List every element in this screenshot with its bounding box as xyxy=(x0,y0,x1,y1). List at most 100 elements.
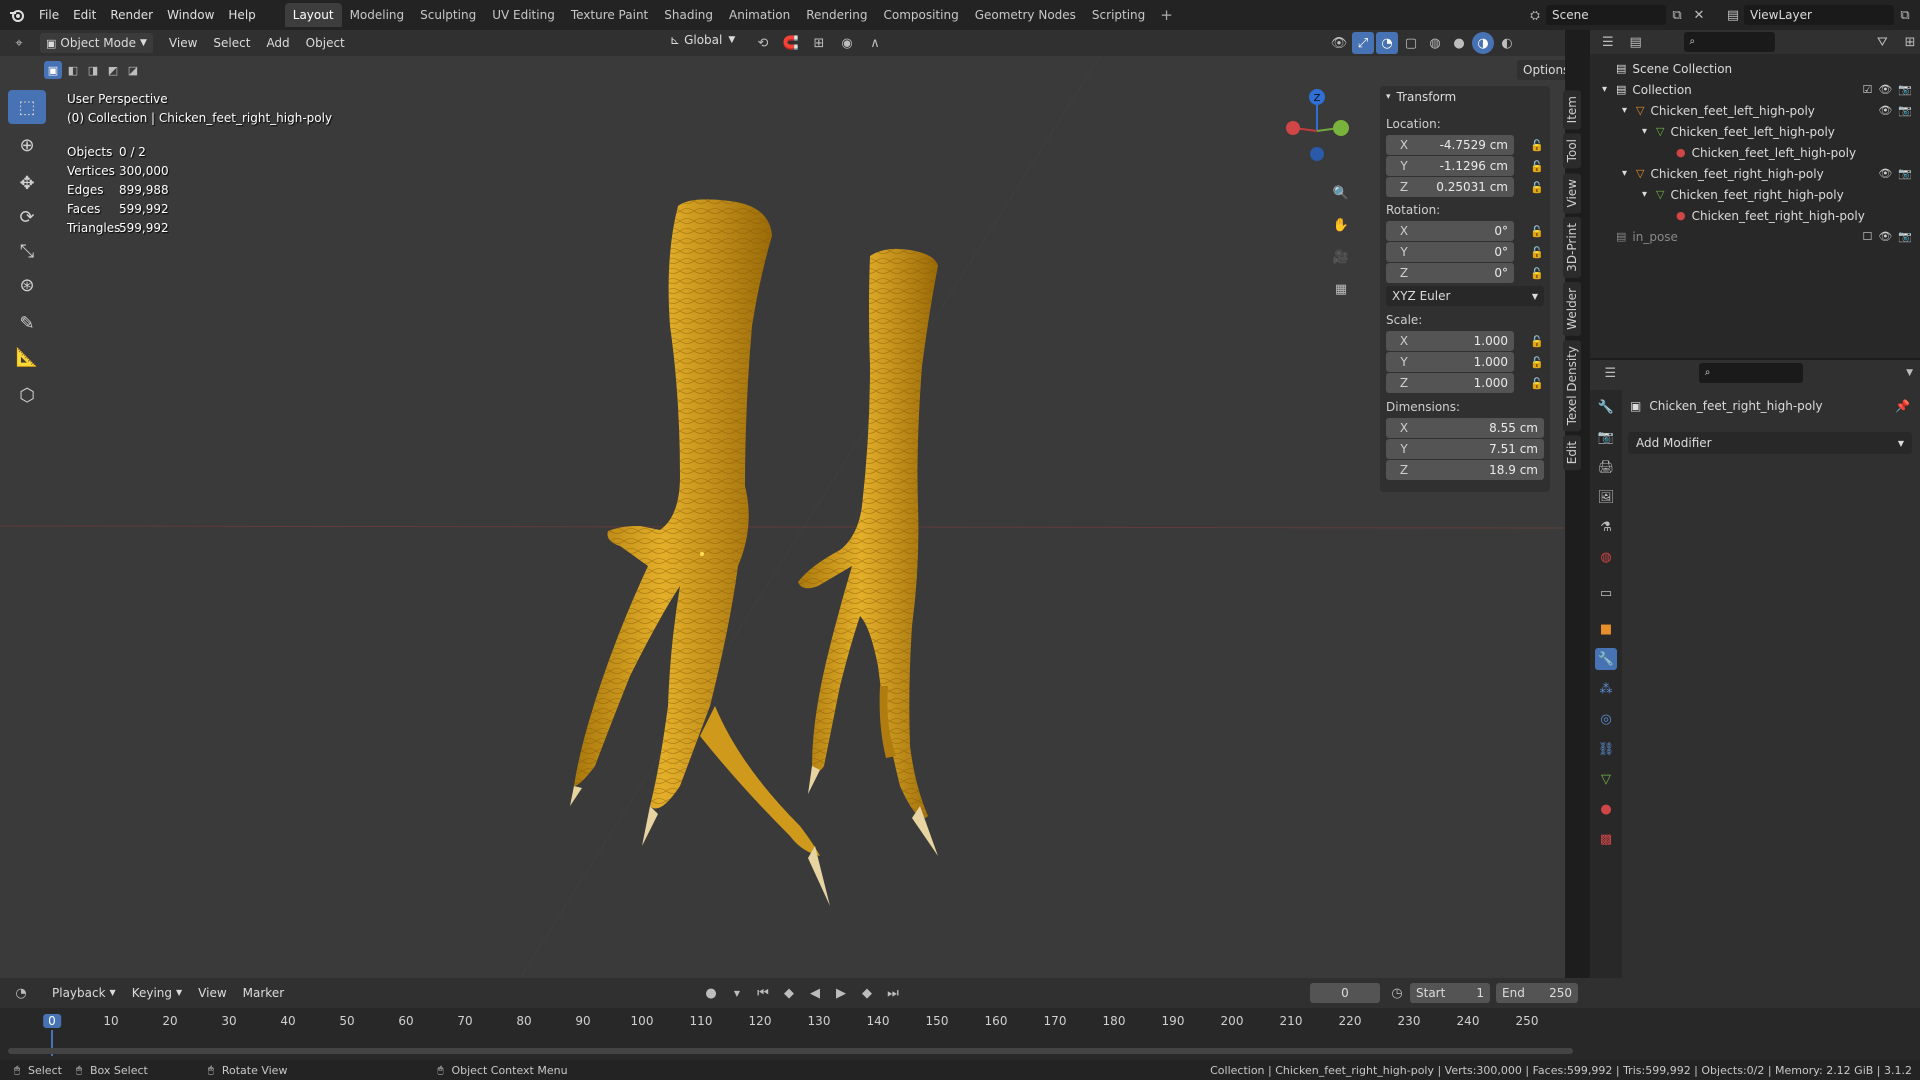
outliner-row[interactable]: ● Chicken_feet_right_high-poly xyxy=(1590,205,1920,226)
scale-y-field[interactable]: Y 1.000 xyxy=(1386,352,1514,372)
pivot-icon[interactable]: ⟲ xyxy=(752,32,774,54)
scale-z-field[interactable]: Z 1.000 xyxy=(1386,373,1514,393)
outliner-row[interactable]: ● Chicken_feet_left_high-poly xyxy=(1590,142,1920,163)
prev-keyframe-icon[interactable]: ◆ xyxy=(778,982,800,1004)
data-tab-icon[interactable]: ▽ xyxy=(1595,768,1617,790)
display-mode-icon[interactable]: ▤ xyxy=(1626,31,1646,53)
sidebar-tab-item[interactable]: Item xyxy=(1563,90,1581,130)
add-modifier-dropdown[interactable]: Add Modifier ▼ xyxy=(1628,432,1912,454)
camera-view-icon[interactable]: 🎥 xyxy=(1330,246,1352,268)
viewlayer-selector[interactable]: ▤ ViewLayer ⧉ ✕ xyxy=(1722,4,1920,26)
texture-tab-icon[interactable]: ▩ xyxy=(1595,828,1617,850)
rendered-shading-icon[interactable]: ◐ xyxy=(1496,32,1518,54)
outliner-row[interactable]: ▾ ▽ Chicken_feet_right_high-poly xyxy=(1590,184,1920,205)
viewlayer-name-field[interactable]: ViewLayer xyxy=(1744,5,1894,25)
scene-selector[interactable]: ⛭ Scene ⧉ ✕ xyxy=(1524,4,1710,26)
rotation-mode-dropdown[interactable]: XYZ Euler ▼ xyxy=(1386,286,1544,306)
menu-render[interactable]: Render xyxy=(103,0,160,30)
sidebar-tab-edit[interactable]: Edit xyxy=(1563,435,1581,471)
dimensions-y-field[interactable]: Y 7.51 cm xyxy=(1386,439,1544,459)
overlay-icon[interactable]: ◔ xyxy=(1376,32,1398,54)
right-chicken-foot[interactable] xyxy=(798,248,938,856)
next-keyframe-icon[interactable]: ◆ xyxy=(856,982,878,1004)
chevron-down-icon[interactable]: ▼ xyxy=(726,982,748,1004)
location-x-field[interactable]: X -4.7529 cm xyxy=(1386,135,1514,155)
menu-help[interactable]: Help xyxy=(221,0,262,30)
dimensions-z-field[interactable]: Z 18.9 cm xyxy=(1386,460,1544,480)
scene-collection-row[interactable]: ▤ Scene Collection xyxy=(1590,58,1920,79)
tab-texture-paint[interactable]: Texture Paint xyxy=(563,3,656,27)
timeline-editor-icon[interactable]: ◔ xyxy=(10,982,32,1004)
lock-icon[interactable]: 🔓 xyxy=(1530,225,1544,239)
visibility-icon[interactable]: 👁 xyxy=(1328,32,1350,54)
wireframe-shading-icon[interactable]: ◍ xyxy=(1424,32,1446,54)
modifier-tab-icon[interactable]: 🔧 xyxy=(1595,648,1617,670)
end-frame-field[interactable]: End 250 xyxy=(1496,983,1578,1003)
viewport-menu-add[interactable]: Add xyxy=(258,30,297,56)
play-reverse-icon[interactable]: ◀ xyxy=(804,982,826,1004)
measure-tool-icon[interactable]: 📐 xyxy=(8,340,46,374)
chevron-down-icon[interactable]: ▾ xyxy=(1622,105,1636,116)
chevron-down-icon[interactable]: ▼ xyxy=(1899,362,1920,384)
eye-icon[interactable]: 👁 xyxy=(1878,230,1892,243)
timeline-menu-view[interactable]: View xyxy=(190,980,234,1006)
move-tool-icon[interactable]: ✥ xyxy=(8,166,46,200)
properties-search-input[interactable]: ⌕ xyxy=(1698,363,1804,383)
timeline-menu-marker[interactable]: Marker xyxy=(235,980,292,1006)
outliner-editor-icon[interactable]: ☰ xyxy=(1598,31,1618,53)
navigation-gizmo[interactable]: Z xyxy=(1282,86,1352,166)
sidebar-tab-view[interactable]: View xyxy=(1563,172,1581,214)
gizmo-icon[interactable]: ⤢ xyxy=(1352,32,1374,54)
outliner-search-input[interactable]: ⌕ xyxy=(1683,32,1775,52)
sidebar-tab-welder[interactable]: Welder xyxy=(1563,281,1581,336)
tool-settings-tab-icon[interactable]: 🔧 xyxy=(1595,396,1617,418)
eye-icon[interactable]: 👁 xyxy=(1878,83,1892,96)
mode-dropdown[interactable]: ▣ Object Mode ▼ xyxy=(40,33,153,53)
new-scene-icon[interactable]: ⧉ xyxy=(1666,4,1688,26)
view-layer-tab-icon[interactable]: 🖼 xyxy=(1595,486,1617,508)
rotation-z-field[interactable]: Z 0° xyxy=(1386,263,1514,283)
physics-tab-icon[interactable]: ◎ xyxy=(1595,708,1617,730)
tab-compositing[interactable]: Compositing xyxy=(875,3,966,27)
menu-window[interactable]: Window xyxy=(160,0,221,30)
outliner-row[interactable]: ▤ in_pose ☐ 👁 📷 xyxy=(1590,226,1920,247)
timeline-menu-playback[interactable]: Playback ▼ xyxy=(44,980,124,1006)
checkbox-icon[interactable]: ☐ xyxy=(1862,230,1872,243)
tab-geometry-nodes[interactable]: Geometry Nodes xyxy=(967,3,1084,27)
chevron-down-icon[interactable]: ▾ xyxy=(1642,126,1656,137)
lock-icon[interactable]: 🔓 xyxy=(1530,246,1544,260)
outliner-row[interactable]: ▾ ▽ Chicken_feet_left_high-poly 👁 📷 xyxy=(1590,100,1920,121)
sidebar-tab-tool[interactable]: Tool xyxy=(1563,133,1581,169)
chevron-down-icon[interactable]: ▾ xyxy=(1642,189,1656,200)
jump-end-icon[interactable]: ⏭ xyxy=(882,982,904,1004)
material-tab-icon[interactable]: ● xyxy=(1595,798,1617,820)
tab-animation[interactable]: Animation xyxy=(721,3,798,27)
options-dropdown[interactable]: Options ▼ xyxy=(1517,60,1565,80)
lock-icon[interactable]: 🔓 xyxy=(1530,335,1544,349)
eye-icon[interactable]: 👁 xyxy=(1878,104,1892,117)
editor-type-icon[interactable]: ⌖ xyxy=(8,32,30,54)
viewport-menu-object[interactable]: Object xyxy=(298,30,353,56)
outliner-row[interactable]: ▾ ▽ Chicken_feet_left_high-poly xyxy=(1590,121,1920,142)
lock-icon[interactable]: 🔓 xyxy=(1530,181,1544,195)
falloff-icon[interactable]: ∧ xyxy=(864,32,886,54)
tab-uv-editing[interactable]: UV Editing xyxy=(484,3,563,27)
snap-icon[interactable]: 🧲 xyxy=(780,32,802,54)
select-box-tool-icon[interactable]: ⬚ xyxy=(8,90,46,124)
chevron-down-icon[interactable]: ▾ xyxy=(1602,84,1616,95)
orientation-dropdown[interactable]: ⊾ Global ▼ xyxy=(670,33,735,47)
location-y-field[interactable]: Y -1.1296 cm xyxy=(1386,156,1514,176)
menu-file[interactable]: File xyxy=(32,0,66,30)
tab-scripting[interactable]: Scripting xyxy=(1084,3,1153,27)
chevron-down-icon[interactable]: ▾ xyxy=(1622,168,1636,179)
ortho-grid-icon[interactable]: ▦ xyxy=(1330,278,1352,300)
lock-icon[interactable]: 🔓 xyxy=(1530,139,1544,153)
object-tab-icon[interactable]: ■ xyxy=(1595,618,1617,640)
rotate-tool-icon[interactable]: ⟳ xyxy=(8,200,46,234)
3d-viewport[interactable]: ▣ ◧ ◨ ◩ ◪ User Perspective (0) Collectio… xyxy=(0,56,1565,978)
scene-name-field[interactable]: Scene xyxy=(1546,5,1666,25)
location-z-field[interactable]: Z 0.25031 cm xyxy=(1386,177,1514,197)
world-tab-icon[interactable]: ◍ xyxy=(1595,546,1617,568)
scale-tool-icon[interactable]: ⤡ xyxy=(8,234,46,268)
viewport-menu-select[interactable]: Select xyxy=(205,30,258,56)
